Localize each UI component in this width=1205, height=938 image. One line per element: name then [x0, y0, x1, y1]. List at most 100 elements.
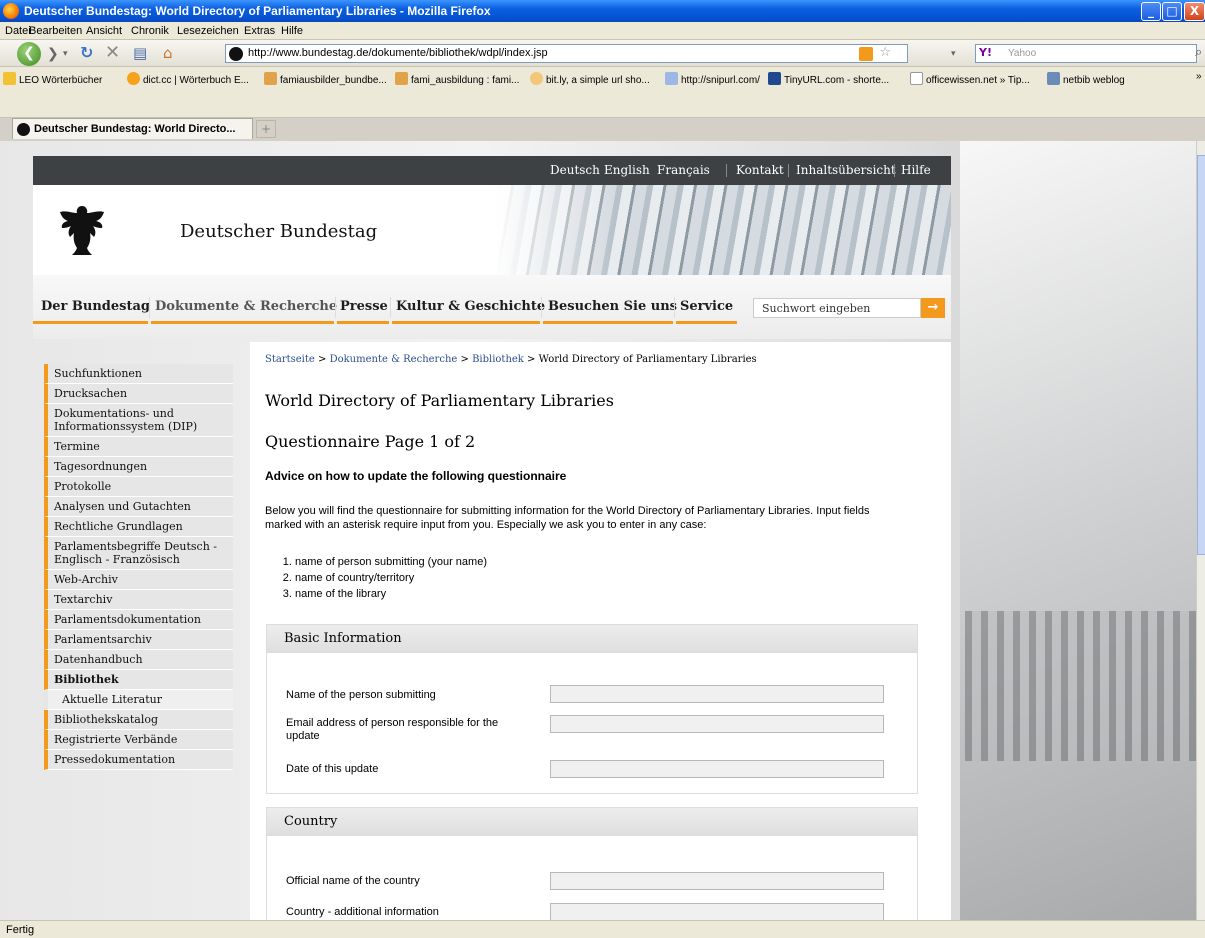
breadcrumb: Startseite > Dokumente & Recherche > Bib…	[265, 354, 757, 365]
update-date-input[interactable]	[550, 760, 884, 778]
sidebar-item-verbaende[interactable]: Registrierte Verbände	[44, 730, 233, 750]
scrollbar-thumb[interactable]	[1197, 155, 1205, 555]
site-search-input[interactable]: Suchwort eingeben	[753, 298, 921, 318]
status-text: Fertig	[6, 924, 35, 936]
bookmark-famiausbilder[interactable]: famiausbilder_bundbe...	[264, 72, 387, 86]
sidebar-item-web-archiv[interactable]: Web-Archiv	[44, 570, 233, 590]
hilfe-link[interactable]: Hilfe	[901, 163, 931, 177]
site-search-button[interactable]: →	[921, 298, 945, 318]
sidebar-item-parlamentsdokumentation[interactable]: Parlamentsdokumentation	[44, 610, 233, 630]
site-name[interactable]: Deutscher Bundestag	[180, 221, 377, 242]
rss-feed-icon[interactable]	[859, 47, 873, 61]
search-box[interactable]: Y! Yahoo	[975, 44, 1197, 63]
bookmarks-overflow-icon[interactable]: »	[1196, 71, 1202, 82]
nav-service[interactable]: Service	[680, 299, 733, 314]
history-dropdown-icon[interactable]: ▾	[63, 49, 68, 59]
page-icon	[910, 72, 923, 85]
new-tab-button[interactable]: +	[256, 120, 276, 138]
menu-extras[interactable]: Extras	[244, 25, 275, 37]
sidebar-item-dip[interactable]: Dokumentations- und Informationssystem (…	[44, 404, 233, 437]
sidebar-item-datenhandbuch[interactable]: Datenhandbuch	[44, 650, 233, 670]
sidebar-item-parlamentsarchiv[interactable]: Parlamentsarchiv	[44, 630, 233, 650]
sidebar-item-suchfunktionen[interactable]: Suchfunktionen	[44, 364, 233, 384]
close-button[interactable]: X	[1184, 2, 1205, 21]
breadcrumb-startseite[interactable]: Startseite	[265, 354, 315, 365]
inhaltsuebersicht-link[interactable]: Inhaltsübersicht	[796, 163, 896, 177]
person-submitting-input[interactable]	[550, 685, 884, 703]
back-arrow-icon[interactable]: ❮	[17, 42, 41, 66]
nav-der-bundestag[interactable]: Der Bundestag	[41, 299, 150, 314]
advice-text: Below you will find the questionnaire fo…	[265, 505, 870, 531]
bookmark-snipurl[interactable]: http://snipurl.com/	[665, 72, 760, 86]
home-icon[interactable]: ⌂	[163, 44, 173, 62]
bookmark-fami-ausbildung[interactable]: fami_ausbildung : fami...	[395, 72, 519, 86]
people-icon	[264, 72, 277, 85]
nav-besuchen-sie-uns[interactable]: Besuchen Sie uns	[548, 299, 677, 314]
lang-francais-link[interactable]: Français	[657, 163, 710, 177]
breadcrumb-dokumente[interactable]: Dokumente & Recherche	[330, 354, 458, 365]
sidebar-item-textarchiv[interactable]: Textarchiv	[44, 590, 233, 610]
print-icon[interactable]: ▤	[133, 44, 147, 62]
field-label: Email address of person responsible for …	[286, 717, 499, 742]
address-url[interactable]: http://www.bundestag.de/dokumente/biblio…	[248, 47, 548, 59]
sidebar-item-tagesordnungen[interactable]: Tagesordnungen	[44, 457, 233, 477]
tab-bundestag[interactable]: Deutscher Bundestag: World Directo...	[12, 118, 253, 139]
minimize-button[interactable]: _	[1141, 2, 1161, 21]
bookmark-bitly[interactable]: bit.ly, a simple url sho...	[530, 72, 650, 86]
kontakt-link[interactable]: Kontakt	[736, 163, 784, 177]
sidebar-item-bibliothek[interactable]: Bibliothek	[44, 670, 233, 690]
lang-english-link[interactable]: English	[604, 163, 650, 177]
sidebar-item-analysen[interactable]: Analysen und Gutachten	[44, 497, 233, 517]
menu-lesezeichen[interactable]: Lesezeichen	[177, 25, 239, 37]
bookmark-dictcc[interactable]: dict.cc | Wörterbuch E...	[127, 72, 249, 86]
fieldset-basic-information: Basic Information Name of the person sub…	[266, 624, 918, 794]
bookmark-officewissen[interactable]: officewissen.net » Tip...	[910, 72, 1030, 86]
country-info-input[interactable]	[550, 903, 884, 920]
bookmark-star-icon[interactable]: ☆	[879, 45, 891, 60]
menu-hilfe[interactable]: Hilfe	[281, 25, 303, 37]
bookmark-netbib[interactable]: netbib weblog	[1047, 72, 1125, 86]
menu-datei[interactable]: Datei	[5, 25, 31, 37]
sidebar-item-pressedokumentation[interactable]: Pressedokumentation	[44, 750, 233, 770]
address-bar[interactable]: http://www.bundestag.de/dokumente/biblio…	[225, 44, 908, 63]
sidebar-item-protokolle[interactable]: Protokolle	[44, 477, 233, 497]
lang-deutsch-link[interactable]: Deutsch	[550, 163, 600, 177]
nav-dokumente-recherche[interactable]: Dokumente & Recherche	[155, 299, 337, 314]
sidebar-item-aktuelle-literatur[interactable]: Aktuelle Literatur	[44, 690, 233, 710]
vertical-scrollbar[interactable]	[1196, 141, 1205, 920]
yahoo-icon[interactable]: Y!	[979, 46, 992, 59]
sidebar-item-termine[interactable]: Termine	[44, 437, 233, 457]
sidebar-item-parlamentsbegriffe[interactable]: Parlamentsbegriffe Deutsch - Englisch - …	[44, 537, 233, 570]
field-label: Country - additional information	[286, 906, 439, 918]
menu-ansicht[interactable]: Ansicht	[86, 25, 122, 37]
sidebar-item-grundlagen[interactable]: Rechtliche Grundlagen	[44, 517, 233, 537]
maximize-button[interactable]: □	[1162, 2, 1182, 21]
federal-eagle-icon[interactable]	[58, 204, 106, 256]
people-icon	[395, 72, 408, 85]
fieldset-legend: Basic Information	[267, 625, 917, 653]
nav-kultur-geschichte[interactable]: Kultur & Geschichte	[396, 299, 545, 314]
menu-chronik[interactable]: Chronik	[131, 25, 169, 37]
address-dropdown-icon[interactable]: ▾	[951, 49, 956, 59]
nav-underline	[337, 321, 389, 324]
questionnaire-title: Questionnaire Page 1 of 2	[265, 432, 476, 451]
country-name-input[interactable]	[550, 872, 884, 890]
menu-bar: Datei Bearbeiten Ansicht Chronik Lesezei…	[0, 22, 1205, 40]
bookmark-tinyurl[interactable]: TinyURL.com - shorte...	[768, 72, 889, 86]
nav-presse[interactable]: Presse	[340, 299, 388, 314]
stop-icon[interactable]: ✕	[105, 42, 120, 63]
divider	[894, 164, 895, 177]
bookmark-leo[interactable]: LEO Wörterbücher	[3, 72, 102, 86]
search-magnifier-icon[interactable]: ⌕	[1195, 45, 1202, 60]
site-favicon-icon	[229, 47, 243, 61]
breadcrumb-bibliothek[interactable]: Bibliothek	[472, 354, 524, 365]
forward-arrow-icon[interactable]: ❯	[47, 46, 59, 62]
email-input[interactable]	[550, 715, 884, 733]
breadcrumb-current: World Directory of Parliamentary Librari…	[538, 354, 757, 365]
sidebar-item-bibliothekskatalog[interactable]: Bibliothekskatalog	[44, 710, 233, 730]
menu-bearbeiten[interactable]: Bearbeiten	[29, 25, 82, 37]
tinyurl-icon	[768, 72, 781, 85]
sidebar-item-drucksachen[interactable]: Drucksachen	[44, 384, 233, 404]
reichstag-dome-photo	[495, 185, 951, 275]
reload-icon[interactable]: ↻	[80, 43, 93, 62]
